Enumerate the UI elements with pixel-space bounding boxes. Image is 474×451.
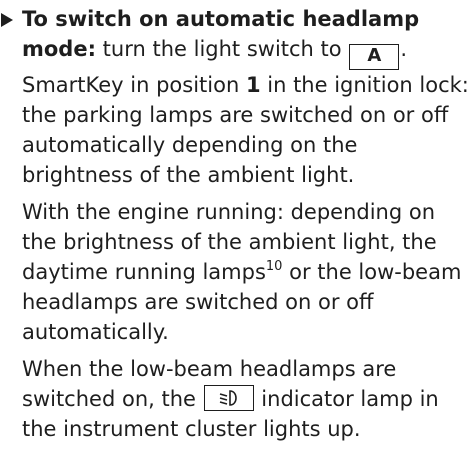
engine-running-paragraph: With the engine running: depending on th… xyxy=(22,197,474,347)
footnote-ref: 10 xyxy=(265,259,283,274)
instruction-action: turn the light switch to xyxy=(102,37,342,61)
step-arrow-icon xyxy=(1,13,13,27)
instruction-paragraph: To switch on automatic headlamp mode: tu… xyxy=(22,4,474,190)
low-beam-paragraph: When the low-beam headlamps are switched… xyxy=(22,354,474,444)
low-beam-headlamp-icon xyxy=(203,385,254,411)
manual-page: To switch on automatic headlamp mode: tu… xyxy=(0,4,474,451)
instruction-step: To switch on automatic headlamp mode: tu… xyxy=(0,4,474,444)
instruction-punct: . xyxy=(400,37,407,61)
smartkey-prefix: SmartKey in position xyxy=(22,73,246,97)
smartkey-position: 1 xyxy=(245,73,261,97)
light-switch-position-key: A xyxy=(349,44,400,70)
